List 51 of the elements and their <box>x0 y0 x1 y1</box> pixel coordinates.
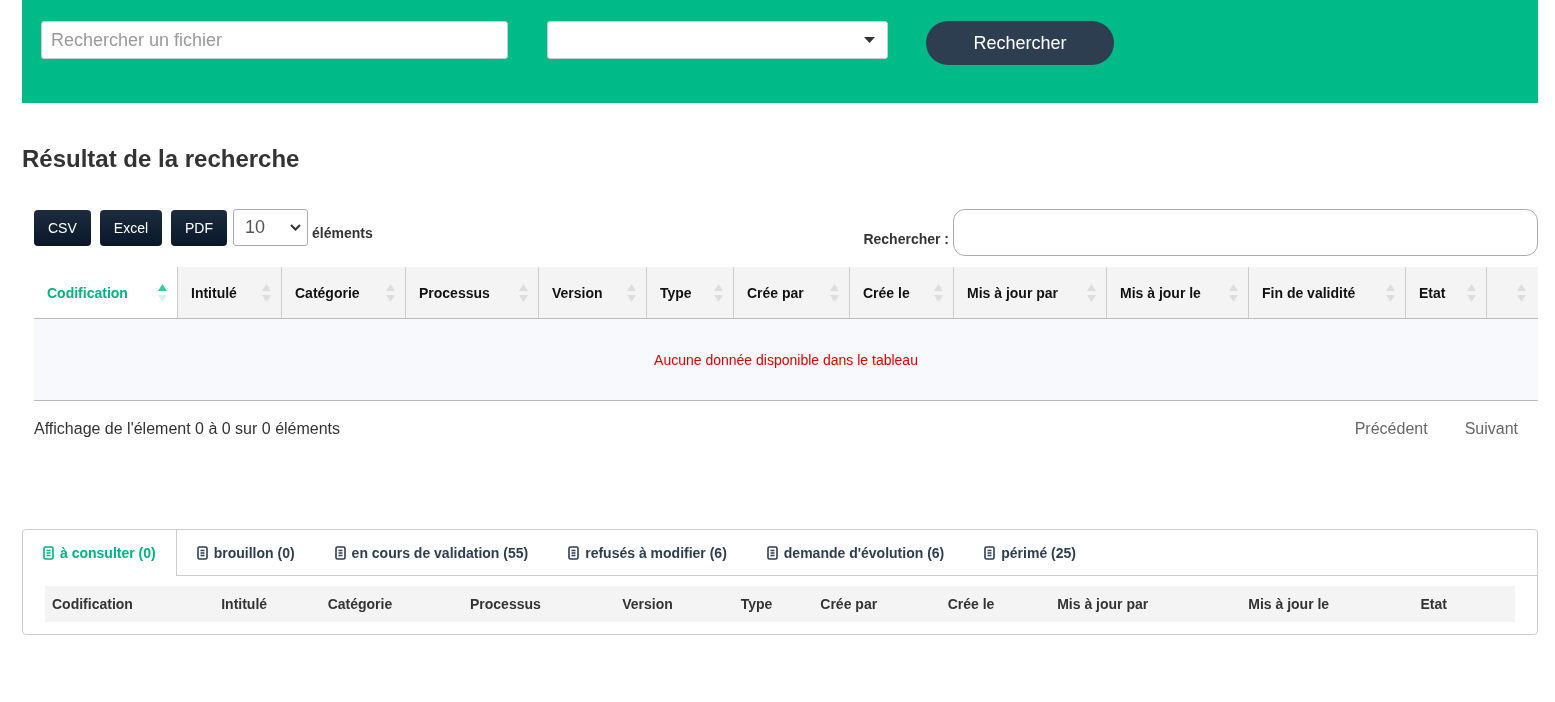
category-dropdown[interactable] <box>547 21 888 59</box>
tab[interactable]: brouillon (0) <box>176 530 315 576</box>
tab[interactable]: demande d'évolution (6) <box>746 530 965 576</box>
column-header: Catégorie <box>327 596 394 612</box>
export-button[interactable]: PDF <box>171 209 228 246</box>
document-icon <box>43 546 54 560</box>
page-length-label: éléments <box>312 224 373 241</box>
column-header: Mis à jour le <box>1248 596 1331 612</box>
column-header[interactable]: Processus <box>405 267 538 318</box>
column-header[interactable]: Etat <box>1405 267 1486 318</box>
export-button[interactable]: Excel <box>99 209 163 246</box>
column-header[interactable]: Mis à jour le <box>1106 267 1248 318</box>
page-length-select[interactable]: 10 <box>233 209 309 246</box>
results-title: Résultat de la recherche <box>22 145 301 174</box>
column-header[interactable]: Crée par <box>733 267 849 318</box>
column-header[interactable]: Intitulé <box>177 267 281 318</box>
export-button[interactable]: CSV <box>34 209 91 246</box>
column-header: Etat <box>1420 596 1448 612</box>
column-header[interactable]: Catégorie <box>281 267 405 318</box>
tab[interactable]: refusés à modifier (6) <box>548 530 747 576</box>
document-icon <box>984 545 996 560</box>
chevron-icon <box>290 224 302 231</box>
column-header: Processus <box>470 596 542 612</box>
empty-table-message: Aucune donnée disponible dans le tableau <box>654 351 918 368</box>
search-button[interactable]: Rechercher <box>926 21 1114 65</box>
tab[interactable]: en cours de validation (55) <box>314 530 549 576</box>
column-header: Codification <box>52 596 134 612</box>
document-icon <box>196 545 208 560</box>
caret-icon <box>864 37 875 43</box>
sort-icon <box>158 282 167 303</box>
pagination-link[interactable]: Suivant <box>1464 420 1518 438</box>
column-header: Intitulé <box>221 596 269 612</box>
column-header[interactable]: Fin de validité <box>1248 267 1405 318</box>
column-header[interactable]: Type <box>646 267 733 318</box>
tab[interactable]: périmé (25) <box>964 530 1096 576</box>
column-header: Mis à jour par <box>1057 596 1150 612</box>
file-search-field[interactable]: Rechercher un fichier <box>41 21 508 59</box>
column-header[interactable]: Mis à jour par <box>953 267 1106 318</box>
column-header: Crée le <box>947 596 996 612</box>
column-header[interactable]: Crée le <box>849 267 953 318</box>
filter-field[interactable] <box>953 209 1538 256</box>
column-header: Crée par <box>820 596 879 612</box>
document-icon <box>568 545 580 560</box>
document-icon <box>766 545 778 560</box>
column-header[interactable]: Version <box>538 267 646 318</box>
table-info: Affichage de l'élement 0 à 0 sur 0 éléments <box>34 420 341 438</box>
column-header: Type <box>740 596 774 612</box>
column-header: Version <box>622 596 674 612</box>
pagination-link[interactable]: Précédent <box>1354 420 1428 438</box>
filter-label: Rechercher : <box>863 230 949 247</box>
document-icon <box>334 545 346 560</box>
